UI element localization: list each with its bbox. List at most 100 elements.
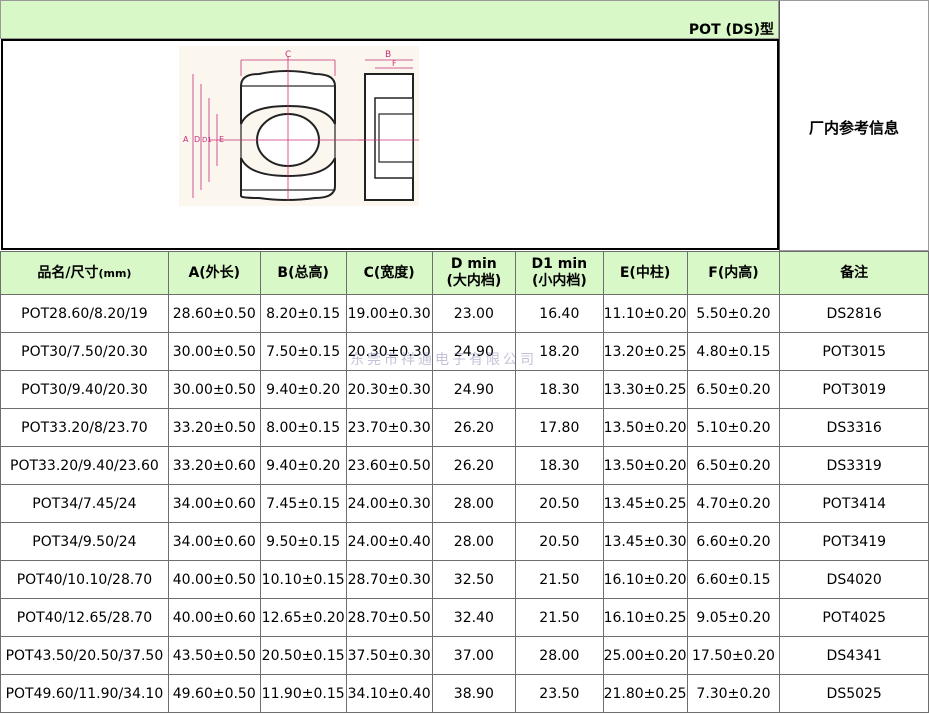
cell-e: 11.10±0.20 <box>602 294 688 333</box>
cell-e: 16.10±0.25 <box>602 598 688 637</box>
col-header-b: B(总高) <box>259 251 347 295</box>
cell-name: POT28.60/8.20/19 <box>0 294 169 333</box>
dim-label-b: B <box>385 50 391 60</box>
cell-e: 13.45±0.30 <box>602 522 688 561</box>
cell-remark: DS4341 <box>779 636 929 675</box>
col-header-a: A(外长) <box>167 251 261 295</box>
page-title: POT (DS)型 <box>688 22 774 38</box>
cell-a: 40.00±0.60 <box>167 598 261 637</box>
cell-f: 4.70±0.20 <box>686 484 781 523</box>
dim-label-f: F <box>392 59 397 68</box>
cell-d: 37.00 <box>431 636 517 675</box>
cell-name: POT30/7.50/20.30 <box>0 332 169 371</box>
cell-e: 25.00±0.20 <box>602 636 688 675</box>
cell-d1: 18.30 <box>515 446 604 485</box>
cell-b: 8.00±0.15 <box>259 408 347 447</box>
cell-b: 7.50±0.15 <box>259 332 347 371</box>
cell-remark: POT4025 <box>779 598 929 637</box>
cell-d1: 20.50 <box>515 484 604 523</box>
cell-a: 40.00±0.50 <box>167 560 261 599</box>
reference-info-label: 厂内参考信息 <box>808 119 899 137</box>
cell-e: 13.45±0.25 <box>602 484 688 523</box>
cell-d: 38.90 <box>431 674 517 713</box>
cell-c: 34.10±0.40 <box>345 674 433 713</box>
cell-c: 28.70±0.30 <box>345 560 433 599</box>
col-header-d: D min (大内档) <box>431 251 517 295</box>
cell-d: 28.00 <box>431 522 517 561</box>
cell-name: POT40/12.65/28.70 <box>0 598 169 637</box>
cell-name: POT43.50/20.50/37.50 <box>0 636 169 675</box>
cell-b: 11.90±0.15 <box>259 674 347 713</box>
cell-d1: 28.00 <box>515 636 604 675</box>
table-row: POT34/7.45/24 34.00±0.60 7.45±0.15 24.00±0.… <box>0 484 929 523</box>
cell-b: 20.50±0.15 <box>259 636 347 675</box>
cell-remark: POT3015 <box>779 332 929 371</box>
cell-b: 9.40±0.20 <box>259 370 347 409</box>
cell-e: 21.80±0.25 <box>602 674 688 713</box>
col-header-f: F(内高) <box>686 251 781 295</box>
cell-f: 7.30±0.20 <box>686 674 781 713</box>
drawing-area: C B F A D D1 E <box>1 39 779 250</box>
cell-remark: POT3019 <box>779 370 929 409</box>
cell-d1: 17.80 <box>515 408 604 447</box>
cell-a: 33.20±0.60 <box>167 446 261 485</box>
cell-a: 34.00±0.60 <box>167 484 261 523</box>
cell-name: POT34/7.45/24 <box>0 484 169 523</box>
cell-f: 4.80±0.15 <box>686 332 781 371</box>
cell-name: POT49.60/11.90/34.10 <box>0 674 169 713</box>
cell-a: 28.60±0.50 <box>167 294 261 333</box>
cell-f: 6.60±0.20 <box>686 522 781 561</box>
dim-label-e: E <box>219 135 224 144</box>
cell-d: 28.00 <box>431 484 517 523</box>
cell-d1: 21.50 <box>515 560 604 599</box>
reference-info-cell: 厂内参考信息 <box>779 0 929 251</box>
cell-d1: 21.50 <box>515 598 604 637</box>
cell-remark: POT3419 <box>779 522 929 561</box>
cell-b: 7.45±0.15 <box>259 484 347 523</box>
cell-remark: DS2816 <box>779 294 929 333</box>
cell-e: 13.50±0.20 <box>602 446 688 485</box>
cell-a: 34.00±0.60 <box>167 522 261 561</box>
cell-d: 24.90 <box>431 370 517 409</box>
title-band: POT (DS)型 <box>0 0 779 39</box>
cell-f: 9.05±0.20 <box>686 598 781 637</box>
cell-remark: DS3319 <box>779 446 929 485</box>
col-header-name: 品名/尺寸(mm) <box>0 251 169 295</box>
pot-core-diagram: C B F A D D1 E <box>179 46 419 206</box>
cell-c: 23.60±0.50 <box>345 446 433 485</box>
cell-name: POT40/10.10/28.70 <box>0 560 169 599</box>
cell-d1: 18.30 <box>515 370 604 409</box>
cell-f: 6.50±0.20 <box>686 446 781 485</box>
dim-label-c: C <box>285 50 291 60</box>
dim-label-a: A <box>183 135 189 144</box>
cell-a: 43.50±0.50 <box>167 636 261 675</box>
cell-a: 30.00±0.50 <box>167 332 261 371</box>
cell-f: 5.50±0.20 <box>686 294 781 333</box>
cell-d1: 20.50 <box>515 522 604 561</box>
cell-name: POT33.20/8/23.70 <box>0 408 169 447</box>
cell-f: 6.60±0.15 <box>686 560 781 599</box>
cell-a: 49.60±0.50 <box>167 674 261 713</box>
cell-c: 24.00±0.30 <box>345 484 433 523</box>
cell-name: POT34/9.50/24 <box>0 522 169 561</box>
table-row: POT30/9.40/20.30 30.00±0.50 9.40±0.20 20.30… <box>0 370 929 409</box>
table-row: POT34/9.50/24 34.00±0.60 9.50±0.15 24.00±0.… <box>0 522 929 561</box>
cell-remark: DS3316 <box>779 408 929 447</box>
cell-e: 16.10±0.20 <box>602 560 688 599</box>
cell-b: 9.40±0.20 <box>259 446 347 485</box>
col-header-remark: 备注 <box>779 251 929 295</box>
cell-d1: 16.40 <box>515 294 604 333</box>
table-row: POT33.20/8/23.70 33.20±0.50 8.00±0.15 23.70… <box>0 408 929 447</box>
cell-d: 26.20 <box>431 408 517 447</box>
dim-label-d: D <box>194 135 200 144</box>
cell-f: 5.10±0.20 <box>686 408 781 447</box>
cell-c: 23.70±0.30 <box>345 408 433 447</box>
cell-d: 26.20 <box>431 446 517 485</box>
cell-f: 6.50±0.20 <box>686 370 781 409</box>
cell-d: 32.50 <box>431 560 517 599</box>
cell-remark: DS5025 <box>779 674 929 713</box>
cell-b: 12.65±0.20 <box>259 598 347 637</box>
cell-e: 13.50±0.20 <box>602 408 688 447</box>
dim-label-d1: D1 <box>202 136 212 144</box>
table-row: POT43.50/20.50/37.50 43.50±0.50 20.50±0.15… <box>0 636 929 675</box>
